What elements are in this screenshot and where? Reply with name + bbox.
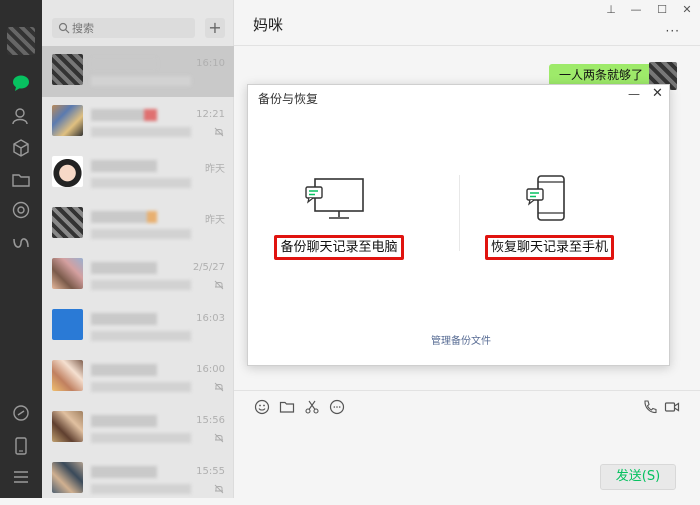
chat-icon[interactable] (11, 73, 31, 93)
chat-time: 12:21 (196, 109, 225, 120)
screenshot-icon[interactable] (304, 399, 320, 415)
chat-preview-redacted (91, 76, 191, 86)
file-icon[interactable] (279, 399, 295, 415)
mute-icon (214, 433, 224, 443)
chat-name-redacted (91, 415, 157, 427)
chat-preview-redacted (91, 280, 191, 290)
moments-icon[interactable] (11, 200, 31, 220)
chat-header: 妈咪 ⊥ — ☐ ✕ ··· (234, 0, 700, 46)
avatar (52, 411, 83, 442)
emoji-icon[interactable] (254, 399, 270, 415)
search-icon (58, 22, 70, 34)
input-toolbar (234, 390, 700, 420)
chat-time: 昨天 (205, 164, 225, 175)
chat-time: 16:00 (196, 364, 225, 375)
send-button[interactable]: 发送(S) (600, 464, 676, 490)
phone-icon[interactable] (11, 436, 31, 456)
mute-icon (214, 127, 224, 137)
computer-icon (305, 178, 364, 219)
chat-name-redacted (91, 262, 157, 274)
chat-list: 16:10 12:21 昨天 昨天 2/5/27 16:03 16:00 15:… (42, 46, 234, 505)
chat-time: 15:56 (196, 415, 225, 426)
chat-history-icon[interactable] (329, 399, 345, 415)
close-button[interactable]: ✕ (680, 3, 694, 17)
dialog-title: 备份与恢复 (258, 92, 319, 106)
avatar (52, 207, 83, 238)
contacts-icon[interactable] (11, 106, 31, 126)
menu-icon[interactable] (11, 467, 31, 487)
mute-icon (214, 280, 224, 290)
add-button[interactable]: + (205, 18, 225, 38)
chat-name-redacted (91, 466, 157, 478)
link-icon[interactable] (11, 403, 31, 423)
chat-preview-redacted (91, 331, 191, 341)
my-avatar[interactable] (7, 27, 35, 55)
chat-item[interactable]: 16:10 (42, 46, 234, 97)
video-call-icon[interactable] (664, 399, 680, 415)
pin-icon[interactable]: ⊥ (604, 3, 618, 17)
minimize-button[interactable]: — (629, 3, 643, 17)
avatar (52, 462, 83, 493)
chat-item[interactable]: 2/5/27 (42, 250, 234, 301)
dialog-minimize-button[interactable]: — (628, 87, 640, 101)
chat-name-redacted (91, 364, 157, 376)
chat-item[interactable]: 昨天 (42, 199, 234, 250)
chat-preview-redacted (91, 229, 191, 239)
mute-icon (214, 484, 224, 494)
avatar (52, 156, 83, 187)
mini-programs-icon[interactable] (11, 233, 31, 253)
chat-item[interactable]: 16:00 (42, 352, 234, 403)
chat-preview-redacted (91, 382, 191, 392)
outgoing-message: 一人两条就够了 (549, 64, 654, 86)
chat-item[interactable]: 12:21 (42, 97, 234, 148)
avatar (52, 105, 83, 136)
manage-backups-link[interactable]: 管理备份文件 (431, 332, 491, 347)
avatar (52, 54, 83, 85)
avatar (52, 360, 83, 391)
chat-time: 昨天 (205, 215, 225, 226)
chat-item[interactable]: 16:03 (42, 301, 234, 352)
voice-call-icon[interactable] (642, 399, 658, 415)
favorites-icon[interactable] (11, 138, 31, 158)
backup-to-pc-button[interactable]: 备份聊天记录至电脑 (274, 235, 404, 260)
chat-preview-redacted (91, 127, 191, 137)
chat-name-redacted (91, 313, 157, 325)
chat-name-redacted (91, 109, 157, 121)
maximize-button[interactable]: ☐ (655, 3, 669, 17)
chat-list-panel: + 16:10 12:21 昨天 昨天 (42, 0, 234, 498)
nav-sidebar (0, 0, 42, 498)
chat-name-redacted (91, 58, 157, 70)
chat-title: 妈咪 (253, 16, 284, 34)
avatar (52, 309, 83, 340)
phone-icon (526, 175, 565, 221)
more-icon[interactable]: ··· (666, 24, 680, 38)
chat-item[interactable]: 15:55 (42, 454, 234, 505)
chat-preview-redacted (91, 178, 191, 188)
mute-icon (214, 382, 224, 392)
backup-restore-dialog: 备份与恢复 — ✕ 备份聊天记录至电脑 恢复聊天记录至手机 管理备份文件 (247, 84, 670, 366)
chat-time: 15:55 (196, 466, 225, 477)
avatar (52, 258, 83, 289)
search-input[interactable] (72, 20, 190, 36)
chat-item[interactable]: 昨天 (42, 148, 234, 199)
restore-to-phone-button[interactable]: 恢复聊天记录至手机 (485, 235, 614, 260)
chat-preview-redacted (91, 484, 191, 494)
search-box[interactable] (52, 18, 195, 38)
chat-preview-redacted (91, 433, 191, 443)
chat-time: 2/5/27 (192, 262, 225, 273)
dialog-divider (459, 175, 460, 251)
chat-name-redacted (91, 211, 157, 223)
chat-item[interactable]: 15:56 (42, 403, 234, 454)
chat-name-redacted (91, 160, 157, 172)
chat-time: 16:10 (196, 58, 225, 69)
folder-icon[interactable] (11, 170, 31, 190)
dialog-close-button[interactable]: ✕ (652, 86, 663, 101)
chat-time: 16:03 (196, 313, 225, 324)
